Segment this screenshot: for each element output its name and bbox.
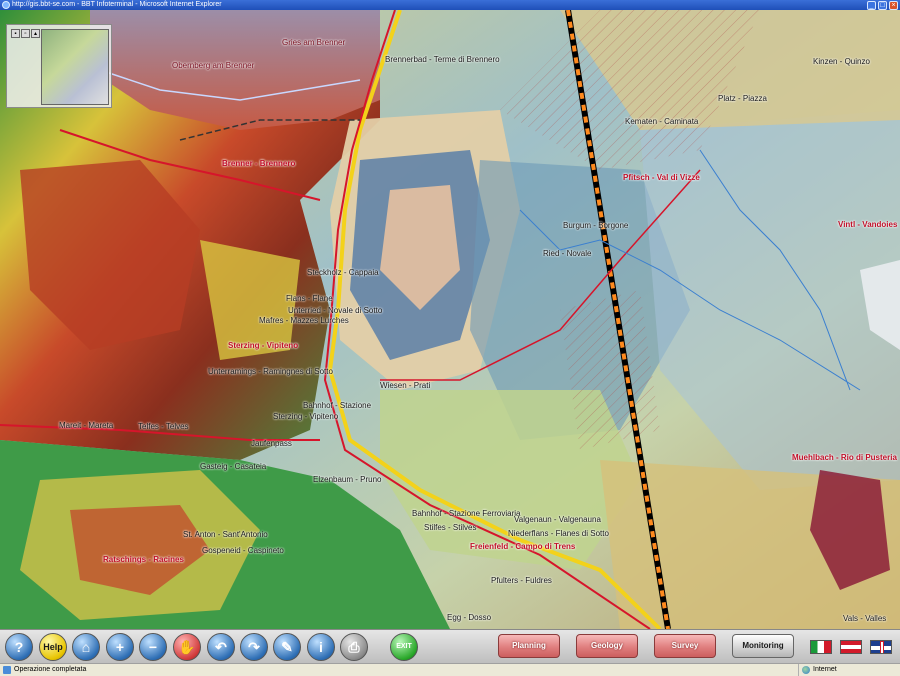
place-label[interactable]: Brenner - Brennero xyxy=(222,159,295,168)
back-icon[interactable]: ↶ xyxy=(207,633,235,661)
place-label[interactable]: St. Anton - Sant'Antonio xyxy=(183,530,268,539)
uk-flag-icon[interactable] xyxy=(870,640,892,654)
place-label[interactable]: Sterzing - Vipiteno xyxy=(273,412,338,421)
survey-button[interactable]: Survey xyxy=(654,634,716,658)
bottom-toolbar: ? Help ⌂ + − ✋ ↶ ↷ ✎ i ⎙ EXIT Planning G… xyxy=(0,629,900,664)
window-title: http://gis.bbt-se.com - BBT Infoterminal… xyxy=(12,1,222,8)
place-label[interactable]: Jaufenpass xyxy=(251,439,292,448)
zoom-out-icon[interactable]: − xyxy=(139,633,167,661)
place-label[interactable]: Telfes - Telves xyxy=(138,422,189,431)
security-zone: Internet xyxy=(798,664,898,676)
place-label[interactable]: Sterzing - Vipiteno xyxy=(228,341,298,350)
globe-icon xyxy=(802,666,810,674)
lock-icon[interactable]: ▴ xyxy=(31,29,40,38)
italian-flag-icon[interactable] xyxy=(810,640,832,654)
place-label[interactable]: Vintl - Vandoies xyxy=(838,220,897,229)
place-label[interactable]: Brennerbad - Terme di Brennero xyxy=(385,55,500,64)
place-label[interactable]: Obernberg am Brenner xyxy=(172,61,254,70)
place-label[interactable]: Valgenaun - Valgenauna xyxy=(514,515,601,524)
place-label[interactable]: Vals - Valles xyxy=(843,614,886,623)
place-label[interactable]: Niederflans - Flanes di Sotto xyxy=(508,529,609,538)
overview-panel: ▪ ▫ ▴ xyxy=(6,24,112,108)
place-label[interactable]: Wiesen - Prati xyxy=(380,381,430,390)
place-label[interactable]: Gries am Brenner xyxy=(282,38,345,47)
save-icon[interactable]: ▪ xyxy=(11,29,20,38)
close-button[interactable]: × xyxy=(889,1,898,10)
place-label[interactable]: Muehlbach - Rio di Pusteria xyxy=(792,453,897,462)
ie-icon xyxy=(2,1,10,9)
place-label[interactable]: Bahnhof - Stazione xyxy=(303,401,371,410)
place-label[interactable]: Gasteig - Casateia xyxy=(200,462,266,471)
zoom-in-icon[interactable]: + xyxy=(106,633,134,661)
exit-button[interactable]: EXIT xyxy=(390,633,418,661)
place-label[interactable]: Ried - Novale xyxy=(543,249,591,258)
window-controls: _ □ × xyxy=(867,0,898,10)
place-label[interactable]: Kematen - Caminata xyxy=(625,117,698,126)
place-label[interactable]: Pfulters - Fuldres xyxy=(491,576,552,585)
measure-icon[interactable]: ✎ xyxy=(273,633,301,661)
geology-button[interactable]: Geology xyxy=(576,634,638,658)
planning-button[interactable]: Planning xyxy=(498,634,560,658)
place-label[interactable]: Unterramings - Ramingnes di Sotto xyxy=(208,367,333,376)
place-label[interactable]: Elzenbaum - Pruno xyxy=(313,475,381,484)
overview-map[interactable] xyxy=(41,29,109,105)
place-label[interactable]: Mafres - Mazzes Lurches xyxy=(259,316,349,325)
place-label[interactable]: Flans - Flane xyxy=(286,294,333,303)
print-icon[interactable]: ▫ xyxy=(21,29,30,38)
help-question-button[interactable]: ? xyxy=(5,633,33,661)
place-label[interactable]: Steckholz - Cappaia xyxy=(307,268,379,277)
status-text: Operazione completata xyxy=(14,666,87,673)
place-label[interactable]: Kinzen - Quinzo xyxy=(813,57,870,66)
map-view[interactable]: ▪ ▫ ▴ Gries am Brenner Obernberg am Bren… xyxy=(0,10,900,629)
maximize-button[interactable]: □ xyxy=(878,1,887,10)
place-label[interactable]: Platz - Piazza xyxy=(718,94,767,103)
place-label[interactable]: Burgum - Borgone xyxy=(563,221,628,230)
place-label[interactable]: Gospeneid - Caspineto xyxy=(202,546,284,555)
place-label[interactable]: Ratschings - Racines xyxy=(103,555,184,564)
pan-icon[interactable]: ✋ xyxy=(173,633,201,661)
page-done-icon xyxy=(3,666,11,674)
monitoring-button[interactable]: Monitoring xyxy=(732,634,794,658)
place-label[interactable]: Pfitsch - Val di Vizze xyxy=(623,173,700,182)
place-label[interactable]: Unterried - Novale di Sotto xyxy=(288,306,382,315)
info-button[interactable]: i xyxy=(307,633,335,661)
home-icon[interactable]: ⌂ xyxy=(72,633,100,661)
place-label[interactable]: Stilfes - Stilves xyxy=(424,523,476,532)
minimize-button[interactable]: _ xyxy=(867,1,876,10)
print-icon[interactable]: ⎙ xyxy=(340,633,368,661)
help-button[interactable]: Help xyxy=(39,633,67,661)
place-label[interactable]: Egg - Dosso xyxy=(447,613,491,622)
place-label[interactable]: Mareit - Mareta xyxy=(59,421,113,430)
place-label[interactable]: Bahnhof - Stazione Ferroviaria xyxy=(412,509,521,518)
status-bar: Operazione completata Internet xyxy=(0,663,900,676)
austrian-flag-icon[interactable] xyxy=(840,640,862,654)
zone-label: Internet xyxy=(813,666,837,673)
window-titlebar: http://gis.bbt-se.com - BBT Infoterminal… xyxy=(0,0,900,10)
place-label[interactable]: Freienfeld - Campo di Trens xyxy=(470,542,575,551)
forward-icon[interactable]: ↷ xyxy=(240,633,268,661)
